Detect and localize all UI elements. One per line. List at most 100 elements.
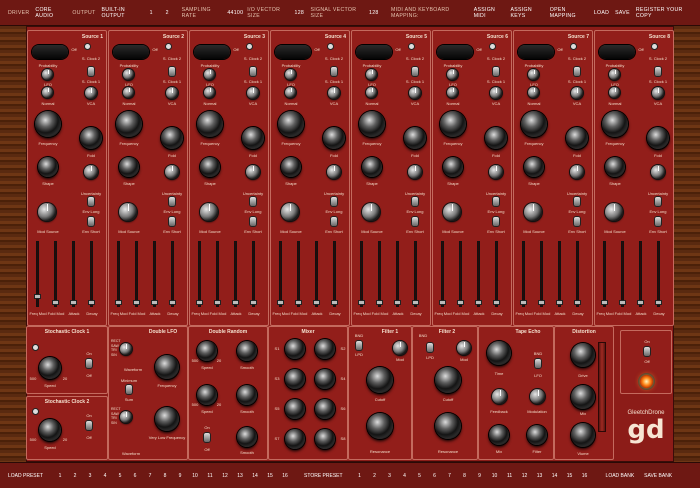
fold-mod-slider[interactable]: [295, 241, 302, 307]
normal-knob[interactable]: [285, 87, 296, 98]
lfo-very-low-frequency-knob[interactable]: [155, 407, 179, 431]
io-vector-select[interactable]: 128: [295, 10, 305, 16]
normal-knob[interactable]: [123, 87, 134, 98]
source-select-icon[interactable]: [409, 44, 414, 49]
load-preset-13-button[interactable]: 13: [233, 473, 247, 479]
shape-knob[interactable]: [443, 157, 463, 177]
mod-source-selector[interactable]: [362, 203, 380, 221]
lfo-knob[interactable]: [285, 69, 296, 80]
lfo-knob[interactable]: [42, 69, 53, 80]
freq-mod-slider[interactable]: [34, 241, 41, 307]
vca-knob[interactable]: [409, 87, 421, 99]
env-short-toggle[interactable]: [250, 217, 256, 226]
attack-slider[interactable]: [70, 241, 77, 307]
probability-dial[interactable]: [194, 45, 230, 59]
slider-handle[interactable]: [457, 300, 464, 305]
slider-handle[interactable]: [655, 300, 662, 305]
frequency-knob[interactable]: [278, 111, 304, 137]
decay-slider[interactable]: [250, 241, 257, 307]
fold-mod-slider[interactable]: [619, 241, 626, 307]
slider-handle[interactable]: [250, 300, 257, 305]
freq-mod-slider[interactable]: [277, 241, 284, 307]
lfo-frequency-knob[interactable]: [155, 355, 179, 379]
uncertainty-knob[interactable]: [246, 165, 260, 179]
assign-keys-button[interactable]: Assign Keys: [510, 7, 543, 19]
normal-knob[interactable]: [204, 87, 215, 98]
source-select-icon[interactable]: [571, 44, 576, 49]
load-preset-8-button[interactable]: 8: [158, 473, 172, 479]
shape-knob[interactable]: [119, 157, 139, 177]
sampling-rate-select[interactable]: 44100: [227, 10, 243, 16]
random-on-off-toggle[interactable]: [204, 433, 210, 442]
env-length-toggle[interactable]: [655, 197, 661, 206]
env-short-toggle[interactable]: [88, 217, 94, 226]
slider-handle[interactable]: [520, 300, 527, 305]
probability-dial[interactable]: [356, 45, 392, 59]
frequency-knob[interactable]: [197, 111, 223, 137]
filter-1-mod-knob[interactable]: [393, 341, 407, 355]
store-preset-8-button[interactable]: 8: [458, 473, 472, 479]
distortion-volume-knob[interactable]: [571, 423, 595, 447]
source-select-icon[interactable]: [247, 44, 252, 49]
load-preset-11-button[interactable]: 11: [203, 473, 217, 479]
lfo-min-sum-toggle[interactable]: [126, 385, 132, 394]
env-length-toggle[interactable]: [493, 197, 499, 206]
env-short-toggle[interactable]: [331, 217, 337, 226]
load-preset-10-button[interactable]: 10: [188, 473, 202, 479]
clock-select-toggle[interactable]: [412, 67, 418, 76]
probability-dial[interactable]: [275, 45, 311, 59]
vca-knob[interactable]: [652, 87, 664, 99]
slider-handle[interactable]: [493, 300, 500, 305]
probability-dial[interactable]: [32, 45, 68, 59]
attack-slider[interactable]: [313, 241, 320, 307]
freq-mod-slider[interactable]: [601, 241, 608, 307]
fold-knob[interactable]: [566, 127, 588, 149]
channel-2-select[interactable]: 2: [166, 10, 176, 16]
slider-handle[interactable]: [439, 300, 446, 305]
slider-handle[interactable]: [619, 300, 626, 305]
filter-2-cutoff-knob[interactable]: [435, 367, 461, 393]
load-preset-5-button[interactable]: 5: [113, 473, 127, 479]
tape-filter-knob[interactable]: [527, 425, 547, 445]
lfo-knob[interactable]: [366, 69, 377, 80]
random-1-speed-knob[interactable]: [197, 341, 217, 361]
random-3-smooth-knob[interactable]: [237, 427, 257, 447]
load-preset-9-button[interactable]: 9: [173, 473, 187, 479]
frequency-knob[interactable]: [35, 111, 61, 137]
uncertainty-knob[interactable]: [84, 165, 98, 179]
env-short-toggle[interactable]: [169, 217, 175, 226]
store-preset-10-button[interactable]: 10: [488, 473, 502, 479]
slider-handle[interactable]: [295, 300, 302, 305]
normal-knob[interactable]: [42, 87, 53, 98]
lfo-knob[interactable]: [123, 69, 134, 80]
normal-knob[interactable]: [609, 87, 620, 98]
load-button[interactable]: Load: [594, 10, 609, 16]
filter-1-cutoff-knob[interactable]: [367, 367, 393, 393]
source-select-icon[interactable]: [166, 44, 171, 49]
slider-handle[interactable]: [412, 300, 419, 305]
slider-handle[interactable]: [313, 300, 320, 305]
lfo-1-waveform-selector[interactable]: [120, 343, 132, 355]
filter-2-mod-knob[interactable]: [457, 341, 471, 355]
mod-source-selector[interactable]: [605, 203, 623, 221]
mixer-s1-knob[interactable]: [285, 339, 305, 359]
clock-select-toggle[interactable]: [250, 67, 256, 76]
uncertainty-knob[interactable]: [327, 165, 341, 179]
load-preset-4-button[interactable]: 4: [98, 473, 112, 479]
shape-knob[interactable]: [362, 157, 382, 177]
clock-select-toggle[interactable]: [655, 67, 661, 76]
store-preset-4-button[interactable]: 4: [398, 473, 412, 479]
attack-slider[interactable]: [475, 241, 482, 307]
fold-knob[interactable]: [80, 127, 102, 149]
fold-mod-slider[interactable]: [133, 241, 140, 307]
attack-slider[interactable]: [151, 241, 158, 307]
mod-source-selector[interactable]: [524, 203, 542, 221]
freq-mod-slider[interactable]: [115, 241, 122, 307]
fold-knob[interactable]: [242, 127, 264, 149]
output-select[interactable]: Built-in Output: [102, 7, 144, 19]
slider-handle[interactable]: [394, 300, 401, 305]
env-short-toggle[interactable]: [493, 217, 499, 226]
freq-mod-slider[interactable]: [358, 241, 365, 307]
store-preset-5-button[interactable]: 5: [413, 473, 427, 479]
signal-vector-select[interactable]: 128: [369, 10, 379, 16]
